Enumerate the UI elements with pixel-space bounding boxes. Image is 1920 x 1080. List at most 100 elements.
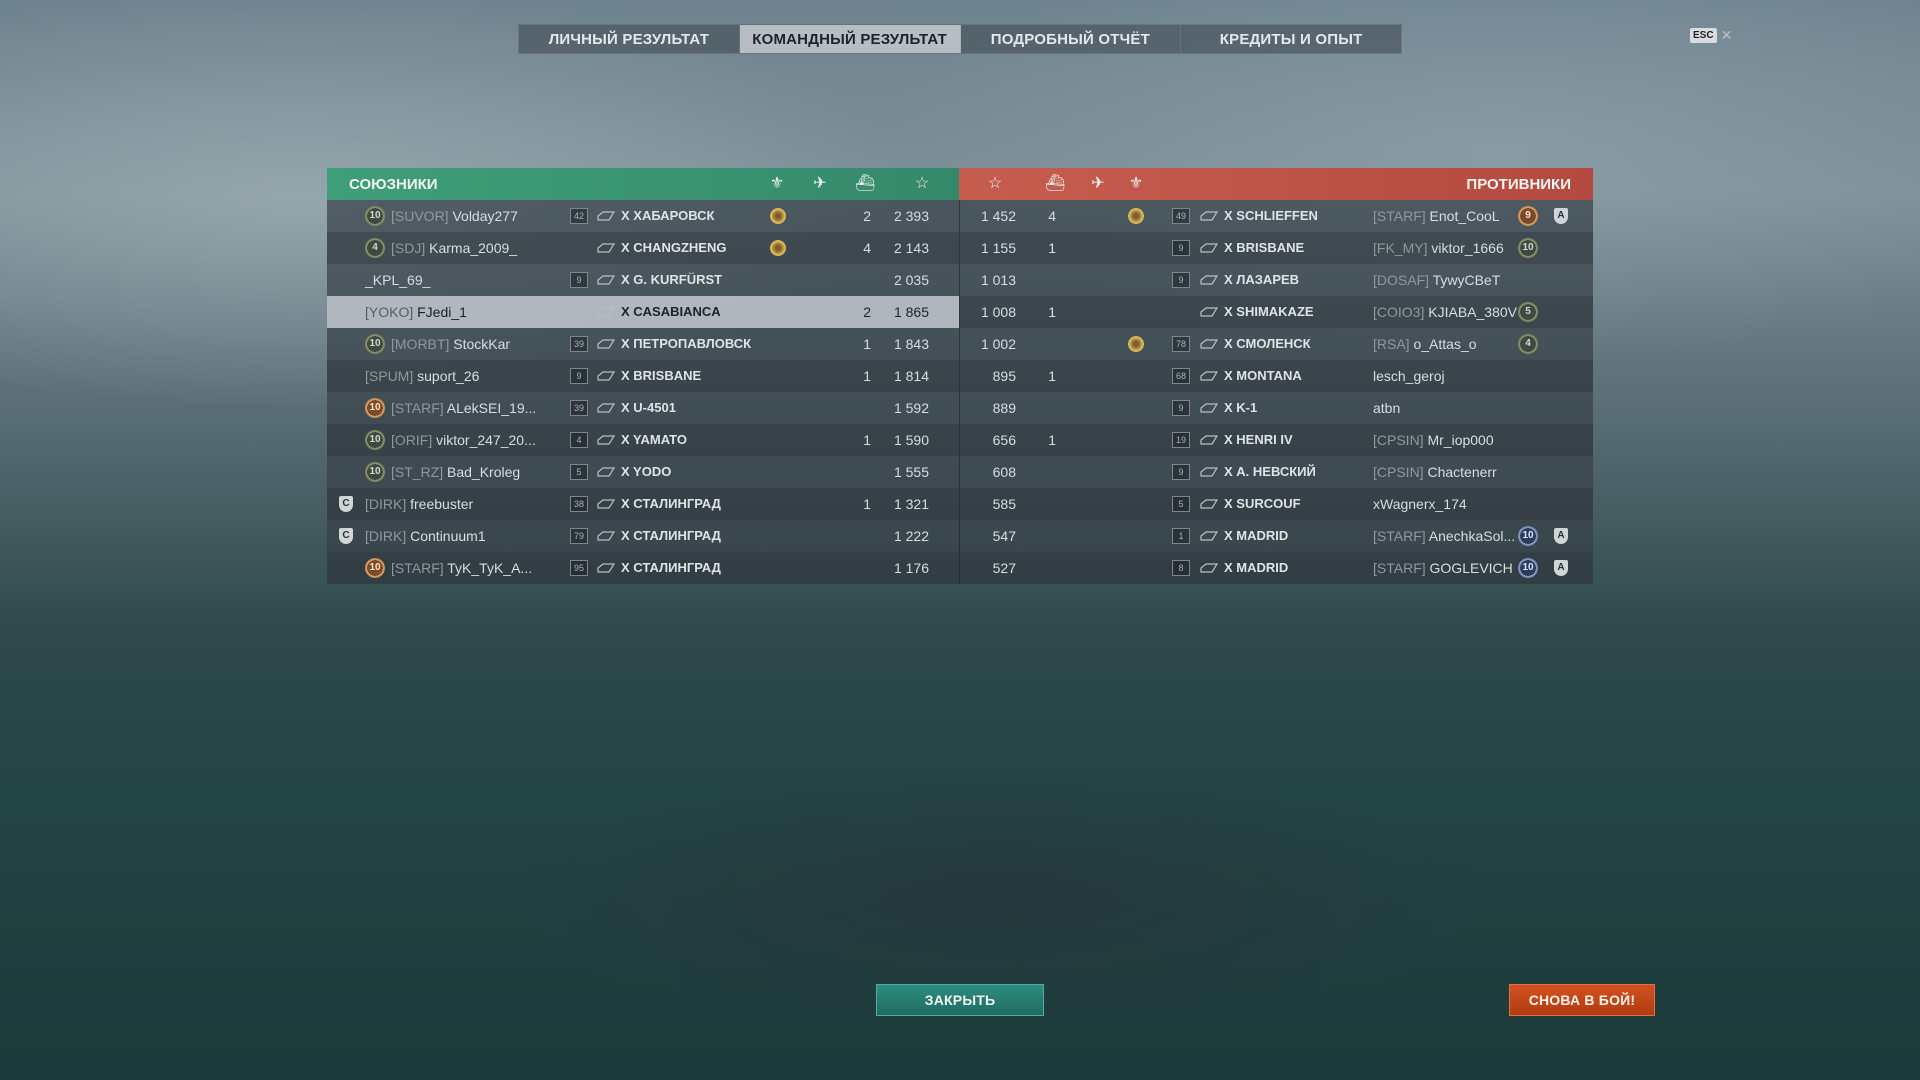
- player-name[interactable]: _KPL_69_: [365, 264, 430, 296]
- player-name[interactable]: [DOSAF] TywyCBeT: [1373, 264, 1500, 296]
- player-name[interactable]: [CPSIN] Chactenerr: [1373, 456, 1497, 488]
- ally-row[interactable]: 4 [SDJ] Karma_2009_ X CHANGZHENG 4 2 143: [327, 232, 959, 264]
- player-name[interactable]: lesch_geroj: [1373, 360, 1445, 392]
- ship-class-icon: [1200, 243, 1218, 253]
- player-name[interactable]: [STARF] TyK_TyK_A...: [391, 552, 532, 584]
- ship-class-icon: [1200, 403, 1218, 413]
- esc-close-button[interactable]: ESC ✕: [1690, 27, 1732, 44]
- ship-name: X СТАЛИНГРАД: [621, 496, 721, 511]
- enemy-row[interactable]: 608 9 X А. НЕВСКИЙ [CPSIN] Chactenerr: [960, 456, 1593, 488]
- ship-name: X K-1: [1224, 400, 1258, 415]
- ship-class-icon: [1200, 211, 1218, 221]
- account-level-badge: 9: [1172, 240, 1190, 256]
- enemy-row[interactable]: 1 452 4 49 X SCHLIEFFEN [STARF] Enot_CooL 9 A: [960, 200, 1593, 232]
- ally-row[interactable]: 10 [STARF] TyK_TyK_A... 95 X СТАЛИНГРАД 1 17…: [327, 552, 959, 584]
- enemy-row[interactable]: 656 1 19 X HENRI IV [CPSIN] Mr_iop000: [960, 424, 1593, 456]
- ship-kill-icon: ⛴: [855, 175, 876, 192]
- player-name[interactable]: [ST_RZ] Bad_Kroleg: [391, 456, 520, 488]
- player-name[interactable]: [DIRK] Continuum1: [365, 520, 486, 552]
- ship-class-icon: [1200, 531, 1218, 541]
- player-name[interactable]: [MORBT] StockKar: [391, 328, 510, 360]
- ship-class-icon: [597, 275, 615, 285]
- ally-row[interactable]: 10 [ORIF] viktor_247_20... 4 X YAMATO 1 1 590: [327, 424, 959, 456]
- enemy-row[interactable]: 1 008 1 X SHIMAKAZE [COIO3] KJIABA_380V 5: [960, 296, 1593, 328]
- ship-name: X U-4501: [621, 400, 676, 415]
- rank-icon: 4: [1518, 334, 1538, 354]
- base-xp: 1 555: [893, 464, 929, 480]
- ally-row[interactable]: 10 [SUVOR] Volday277 42 X ХАБАРОВСК 2 2 393: [327, 200, 959, 232]
- base-xp: 1 222: [893, 528, 929, 544]
- player-name[interactable]: [COIO3] KJIABA_380V: [1373, 296, 1517, 328]
- ship-name: X MONTANA: [1224, 368, 1302, 383]
- team-results-table: СОЮЗНИКИ ⚜ ✈ ⛴ ☆ ☆ ⛴ ✈ ⚜ ПРОТИВНИКИ 10 [S…: [327, 168, 1593, 584]
- base-xp: 1 002: [980, 336, 1016, 352]
- clan-tag: [CPSIN]: [1373, 432, 1424, 448]
- results-tabs: ЛИЧНЫЙ РЕЗУЛЬТАТ КОМАНДНЫЙ РЕЗУЛЬТАТ ПОД…: [518, 24, 1402, 54]
- kills-count: [1020, 552, 1056, 584]
- clan-tag: [DOSAF]: [1373, 272, 1430, 288]
- battle-again-button[interactable]: СНОВА В БОЙ!: [1509, 984, 1655, 1016]
- tab-personal-result[interactable]: ЛИЧНЫЙ РЕЗУЛЬТАТ: [519, 25, 740, 53]
- base-xp: 1 814: [893, 368, 929, 384]
- account-level-badge: 38: [570, 496, 588, 512]
- player-name[interactable]: [DIRK] freebuster: [365, 488, 473, 520]
- close-button[interactable]: ЗАКРЫТЬ: [876, 984, 1044, 1016]
- player-name[interactable]: atbn: [1373, 392, 1400, 424]
- ship-name: X А. НЕВСКИЙ: [1224, 464, 1316, 479]
- enemy-row[interactable]: 1 013 9 X ЛАЗАРЕВ [DOSAF] TywyCBeT: [960, 264, 1593, 296]
- tab-credits-xp[interactable]: КРЕДИТЫ И ОПЫТ: [1181, 25, 1401, 53]
- enemy-row[interactable]: 527 8 X MADRID [STARF] GOGLEVICH 10 A: [960, 552, 1593, 584]
- player-name[interactable]: xWagnerx_174: [1373, 488, 1467, 520]
- ally-row[interactable]: C [DIRK] Continuum1 79 X СТАЛИНГРАД 1 222: [327, 520, 959, 552]
- ally-row[interactable]: [SPUM] suport_26 9 X BRISBANE 1 1 814: [327, 360, 959, 392]
- enemy-row[interactable]: 1 002 78 X СМОЛЕНСК [RSA] o_Attas_o 4: [960, 328, 1593, 360]
- player-name[interactable]: [RSA] o_Attas_o: [1373, 328, 1477, 360]
- clan-tag: [STARF]: [391, 400, 444, 416]
- rank-icon: 5: [1518, 302, 1538, 322]
- player-name[interactable]: [SPUM] suport_26: [365, 360, 479, 392]
- player-name[interactable]: [CPSIN] Mr_iop000: [1373, 424, 1494, 456]
- player-name[interactable]: [ORIF] viktor_247_20...: [391, 424, 536, 456]
- player-name[interactable]: [YOKO] FJedi_1: [365, 296, 467, 328]
- ally-row[interactable]: _KPL_69_ 9 X G. KURFÜRST 2 035: [327, 264, 959, 296]
- player-nickname: viktor_1666: [1431, 240, 1504, 256]
- clan-tag: [CPSIN]: [1373, 464, 1424, 480]
- enemy-row[interactable]: 895 1 68 X MONTANA lesch_geroj: [960, 360, 1593, 392]
- player-name[interactable]: [FK_MY] viktor_1666: [1373, 232, 1504, 264]
- base-xp: 1 452: [980, 208, 1016, 224]
- account-level-badge: 79: [570, 528, 588, 544]
- allies-list: 10 [SUVOR] Volday277 42 X ХАБАРОВСК 2 2 393 4[…: [327, 200, 959, 584]
- tab-detailed-report[interactable]: ПОДРОБНЫЙ ОТЧЁТ: [961, 25, 1182, 53]
- enemy-row[interactable]: 1 155 1 9 X BRISBANE [FK_MY] viktor_1666 10: [960, 232, 1593, 264]
- ally-row[interactable]: [YOKO] FJedi_1 X CASABIANCA 2 1 865: [327, 296, 959, 328]
- ship-class-icon: [1200, 467, 1218, 477]
- player-nickname: o_Attas_o: [1413, 336, 1477, 352]
- ship-name: X ЛАЗАРЕВ: [1224, 272, 1300, 287]
- player-name[interactable]: [STARF] GOGLEVICH: [1373, 552, 1513, 584]
- player-name[interactable]: [STARF] Enot_CooL: [1373, 200, 1500, 232]
- ally-row[interactable]: 10 [ST_RZ] Bad_Kroleg 5 X YODO 1 555: [327, 456, 959, 488]
- enemy-row[interactable]: 585 5 X SURCOUF xWagnerx_174: [960, 488, 1593, 520]
- enemy-row[interactable]: 889 9 X K-1 atbn: [960, 392, 1593, 424]
- tab-team-result[interactable]: КОМАНДНЫЙ РЕЗУЛЬТАТ: [739, 25, 961, 53]
- player-name[interactable]: [STARF] AnechkaSol...: [1373, 520, 1515, 552]
- player-nickname: TywyCBeT: [1432, 272, 1501, 288]
- enemy-row[interactable]: 547 1 X MADRID [STARF] AnechkaSol... 10 A: [960, 520, 1593, 552]
- player-name[interactable]: [SDJ] Karma_2009_: [391, 232, 517, 264]
- ally-row[interactable]: C [DIRK] freebuster 38 X СТАЛИНГРАД 1 1 321: [327, 488, 959, 520]
- player-name[interactable]: [SUVOR] Volday277: [391, 200, 518, 232]
- player-nickname: Enot_CooL: [1429, 208, 1500, 224]
- ally-row[interactable]: 10 [MORBT] StockKar 39 X ПЕТРОПАВЛОВСК 1 1 84…: [327, 328, 959, 360]
- account-level-badge: 5: [1172, 496, 1190, 512]
- rank-icon: 10: [365, 334, 385, 354]
- achievement-icon: [770, 208, 786, 224]
- base-xp: 2 035: [893, 272, 929, 288]
- kills-count: [837, 520, 871, 552]
- base-xp: 547: [992, 528, 1016, 544]
- base-xp: 1 865: [893, 304, 929, 320]
- player-name[interactable]: [STARF] ALekSEI_19...: [391, 392, 536, 424]
- kills-count: 4: [1048, 208, 1056, 224]
- ally-row[interactable]: 10 [STARF] ALekSEI_19... 39 X U-4501 1 592: [327, 392, 959, 424]
- ship-class-icon: [1200, 371, 1218, 381]
- ship-name: X ХАБАРОВСК: [621, 208, 715, 223]
